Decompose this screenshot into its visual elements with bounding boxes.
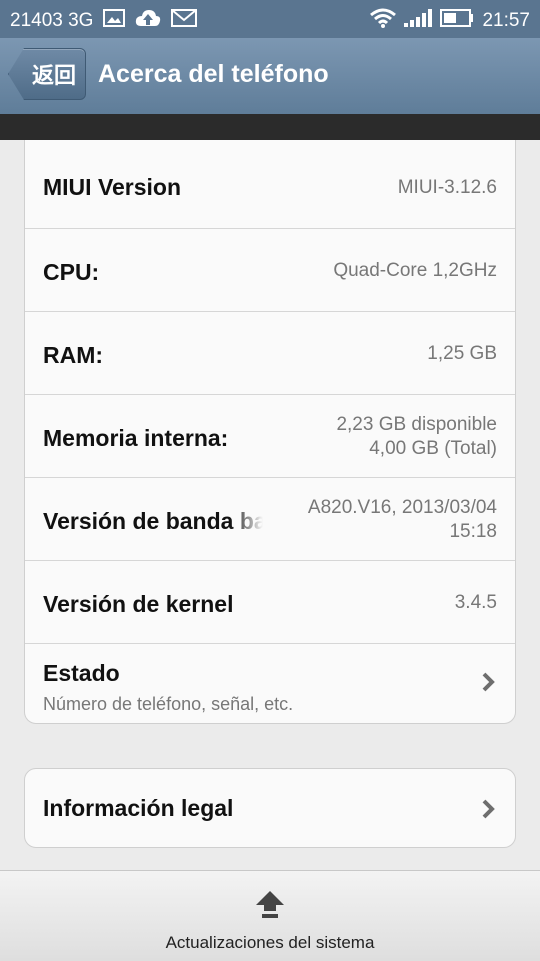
upload-arrow-icon [252,889,288,921]
clock-text: 21:57 [482,10,530,31]
row-label: Versión de banda ba [43,508,263,534]
status-bar: 21403 3G 21:57 [0,0,540,38]
row-label: MIUI Version [43,174,182,200]
chevron-right-icon [481,795,495,827]
carrier-text: 21403 3G [10,10,94,31]
row-label: CPU: [43,259,100,285]
cloud-upload-icon [135,8,161,34]
row-value: 2,23 GB disponible 4,00 GB (Total) [336,413,497,461]
row-value: 3.4.5 [454,592,497,613]
list-item-baseband-version: Versión de banda ba A820.V16, 2013/03/04… [25,478,515,561]
row-value-line: 2,23 GB disponible [336,414,497,435]
row-value-line: 15:18 [449,521,497,542]
wifi-icon [370,8,397,34]
signal-icon [404,9,433,33]
system-updates-label: Actualizaciones del sistema [165,933,375,952]
device-info-card: MIUI Version MIUI-3.12.6 CPU: Quad-Core … [24,140,516,724]
row-label: Memoria interna: [43,425,229,451]
battery-icon [440,9,474,33]
list-item-kernel-version: Versión de kernel 3.4.5 [25,561,515,644]
chevron-right-icon [481,668,495,700]
row-value: 1,25 GB [427,343,497,364]
mail-icon [171,9,198,33]
back-button[interactable]: 返回 [8,48,86,100]
row-value: Quad-Core 1,2GHz [333,260,497,281]
row-value: MIUI-3.12.6 [397,177,497,198]
scroll-edge-strip [0,114,540,140]
image-icon [103,9,126,33]
row-label: Información legal [43,795,234,821]
list-item-miui-version: MIUI Version MIUI-3.12.6 [25,140,515,229]
row-subtitle: Número de teléfono, señal, etc. [43,694,294,714]
list-item-internal-memory: Memoria interna: 2,23 GB disponible 4,00… [25,395,515,478]
system-updates-button[interactable]: Actualizaciones del sistema [0,870,540,961]
row-value-line: 4,00 GB (Total) [369,438,497,459]
list-item-status[interactable]: Estado Número de teléfono, señal, etc. [25,644,515,724]
list-item-ram: RAM: 1,25 GB [25,312,515,395]
title-bar: 返回 Acerca del teléfono [0,38,540,115]
page-title: Acerca del teléfono [98,60,329,88]
list-item-legal-info[interactable]: Información legal [24,768,516,848]
row-label: RAM: [43,342,104,368]
row-value-line: A820.V16, 2013/03/04 [307,497,497,518]
row-label: Estado [43,660,120,686]
list-item-cpu: CPU: Quad-Core 1,2GHz [25,229,515,312]
row-label: Versión de kernel [43,591,234,617]
row-value: A820.V16, 2013/03/04 15:18 [308,496,497,544]
